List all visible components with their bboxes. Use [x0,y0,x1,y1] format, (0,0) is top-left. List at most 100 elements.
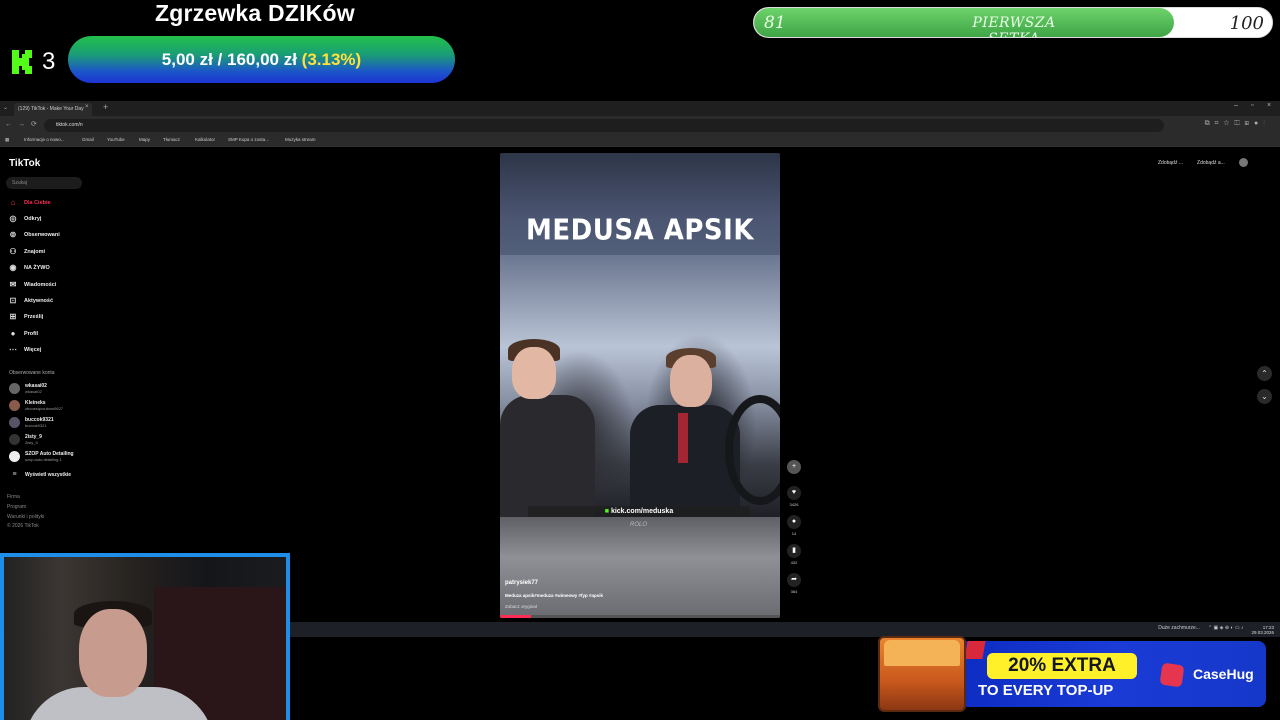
extension-icons[interactable]: ⧉⌗☆◫⊞●⋮ [1205,120,1270,128]
browser-window: ⌄ (129) TikTok - Make Your Day × + – ▫ ×… [0,101,1280,621]
clock[interactable]: 17:23 29.03.2026 [1251,625,1274,635]
video-watermark: ROLO [630,522,648,528]
nav-item-przeslij[interactable]: ⊞ Prześlij [8,312,44,322]
setka-label: PIERWSZA SETKA [972,15,1056,37]
avatar-follow-icon: + [787,460,801,474]
bookmark-item[interactable]: Kalkulator [195,137,215,142]
jacket-stripe [678,413,688,463]
video-title: MEDUSA APSIK [526,214,754,248]
account-handle: 2isty_9 [25,440,38,445]
bookmark-button[interactable]: ▮ 432 [787,544,801,565]
bookmark-item[interactable]: YouTube [107,137,125,142]
user-avatar-icon[interactable] [1238,158,1248,167]
search-input[interactable]: Szukaj [6,177,82,189]
upload-icon: ⊞ [9,312,17,321]
nav-item-odkryj[interactable]: ◎ Odkryj [8,214,42,224]
kick-url-prefix: kick.com/ [610,508,643,515]
followed-account[interactable]: buccok9321 buccok9321 [9,417,54,428]
share-icon: ➦ [787,573,801,587]
nav-item-znajomi[interactable]: ⚇ Znajomi [8,247,45,257]
followed-account[interactable]: wkasai02 wkasai02 [9,383,47,394]
apps-icon[interactable]: ▦ [5,137,9,143]
video-progress-bar[interactable] [500,615,780,618]
previous-video-button[interactable]: ⌃ [1257,366,1272,381]
ad-brand: CaseHug [1193,666,1254,682]
webcam-feed [0,553,290,720]
home-icon: ⌂ [10,198,16,207]
next-video-button[interactable]: ⌄ [1257,389,1272,404]
minimize-icon[interactable]: – [1234,102,1238,109]
tiktok-logo[interactable]: TikTok [9,158,40,169]
video-username[interactable]: patrysiek77 [505,580,538,586]
avatar [9,400,20,411]
casehug-logo-icon [1159,662,1185,688]
browser-tab[interactable]: (129) TikTok - Make Your Day [14,103,92,116]
footer-link[interactable]: Firma [7,494,20,500]
bookmark-item[interactable]: Muzyka stream [285,137,316,142]
footer-link[interactable]: Program [7,504,26,510]
comment-button[interactable]: ● 14 [787,515,801,536]
ad-headline: 20% EXTRA [987,653,1137,679]
goal-amount: 5,00 zł / 160,00 zł [161,49,297,69]
close-window-icon[interactable]: × [1267,102,1271,109]
nav-item-dla-ciebie[interactable]: ⌂ Dla Ciebie [8,198,51,208]
more-icon: ⋯ [9,345,17,354]
activity-icon: ⊡ [9,296,17,305]
footer-link[interactable]: Warunki i polityki [7,514,44,520]
nav-item-wiecej[interactable]: ⋯ Więcej [8,345,41,355]
followed-account[interactable]: Kleineks zbooesqcoutoos9627 [9,400,63,411]
nav-item-obserwowani[interactable]: ⊚ Obserwowani [8,230,60,240]
share-count: 364 [790,589,798,594]
creator-avatar-button[interactable]: + [787,460,801,474]
bookmark-item[interactable]: Informacje o nowo... [24,137,65,142]
nav-item-aktywnosc[interactable]: ⊡ Aktywność [8,296,53,306]
like-count: 3426 [789,502,799,507]
bookmark-item[interactable]: Mapy [139,137,150,142]
share-button[interactable]: ➦ 364 [787,573,801,594]
nav-item-live[interactable]: ◉ NA ŻYWO [8,263,50,273]
followed-account[interactable]: 2isty_9 2isty_9 [9,434,42,445]
nav-item-profil[interactable]: ● Profil [8,329,38,339]
tray-icons[interactable]: ⌃ ▣ ◈ ⊕ ◐ ▭ ♪ [1208,625,1244,635]
nav-item-wiadomosci[interactable]: ✉ Wiadomości [8,280,57,290]
compass-icon: ◎ [9,214,17,223]
ad-accent [964,641,986,659]
tab-menu-icon[interactable]: ⌄ [3,104,8,111]
address-bar-row: ←→⟳ tiktok.com/n ⧉⌗☆◫⊞●⋮ [0,116,1280,135]
tab-close-icon[interactable]: × [85,104,89,110]
weather-status[interactable]: Duże zachmurze... [1158,625,1200,635]
goal-progress-bar: 5,00 zł / 160,00 zł (3.13%) [68,36,455,83]
following-icon: ⊚ [9,230,17,239]
account-handle: buccok9321 [25,423,47,428]
setka-end-value: 100 [1229,13,1264,34]
goal-title: Zgrzewka DZIKów [155,0,355,26]
followed-account[interactable]: SZOP Auto Detailing szop.auto.detailing.1 [9,451,74,462]
nav-buttons[interactable]: ←→⟳ [5,120,43,128]
url-input[interactable]: tiktok.com/n [44,119,1164,132]
video-player[interactable]: MEDUSA APSIK ■ kick.com/meduska ROLO pat… [500,153,780,618]
person-left-head [512,347,556,399]
get-coins-link[interactable]: Zdobądź ... [1158,160,1183,166]
nav-label: Wiadomości [24,282,57,288]
setka-progress-bar: 81 PIERWSZA SETKA 100 [753,7,1273,38]
maximize-icon[interactable]: ▫ [1251,102,1253,109]
comment-count: 14 [791,531,797,536]
bookmark-item[interactable]: Gmail [82,137,94,142]
show-all-accounts[interactable]: ≡ Wyświetl wszystkie [9,469,71,480]
account-handle: wkasai02 [25,389,42,394]
nav-label: Znajomi [24,249,46,255]
new-tab-button[interactable]: + [103,102,108,112]
friends-icon: ⚇ [9,247,17,256]
bookmark-item[interactable]: SMP Kupa o zosta... [228,137,269,142]
kick-url-channel: meduska [642,508,674,515]
get-app-link[interactable]: Zdobądź a... [1197,160,1225,166]
bookmark-item[interactable]: Tłumacz [163,137,180,142]
account-handle: zbooesqcoutoos9627 [25,406,64,411]
like-button[interactable]: ♥ 3426 [787,486,801,507]
person-left [500,395,595,520]
followed-heading: Obserwowane konta [9,370,55,376]
video-sound[interactable]: Zobacz oryginał [505,604,537,609]
nav-label: Prześlij [24,314,44,320]
nav-label: Więcej [24,347,42,353]
comment-icon: ● [787,515,801,529]
